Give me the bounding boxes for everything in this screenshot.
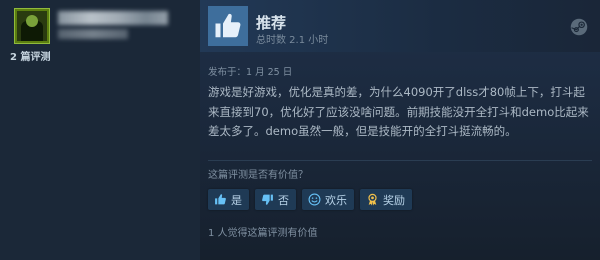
author-panel: 2 篇评测 <box>0 0 200 260</box>
vote-funny-label: 欢乐 <box>325 193 347 207</box>
vote-yes-label: 是 <box>231 193 242 207</box>
smiley-icon <box>308 193 321 206</box>
review-card: 推荐 总时数 2.1 小时 发布于：1 月 25 日 游戏是好游戏，优化是真的差… <box>200 0 600 260</box>
author-name-blurred[interactable] <box>58 11 168 25</box>
vote-yes-button[interactable]: 是 <box>208 189 249 210</box>
rating-header: 推荐 总时数 2.1 小时 <box>200 0 600 52</box>
steam-icon <box>570 18 588 36</box>
vote-no-label: 否 <box>278 193 289 207</box>
award-button[interactable]: 奖励 <box>360 189 412 210</box>
vote-funny-button[interactable]: 欢乐 <box>302 189 354 210</box>
divider <box>208 160 592 161</box>
thumbs-down-icon <box>262 194 273 205</box>
review-verdict[interactable]: 推荐 <box>256 12 286 33</box>
helpful-question: 这篇评测是否有价值？ <box>208 170 308 181</box>
author-review-count[interactable]: 2 篇评测 <box>10 48 50 63</box>
vote-no-button[interactable]: 否 <box>255 189 296 210</box>
review-body: 游戏是好游戏，优化是真的差，为什么4090开了dlss才80帧上下，打斗起来直接… <box>208 85 589 138</box>
award-icon <box>368 193 377 206</box>
thumbs-up-icon <box>215 194 226 205</box>
review-block: 2 篇评测 推荐 总时数 2.1 小时 发布于：1 月 25 日 游戏是好游戏，… <box>0 0 600 260</box>
vote-buttons: 是 否 欢乐 奖励 <box>208 189 412 213</box>
award-label: 奖励 <box>383 193 405 207</box>
author-subtext-blurred <box>58 29 128 39</box>
helpful-count: 1 人觉得这篇评测有价值 <box>208 228 318 239</box>
posted-date: 发布于：1 月 25 日 <box>208 67 293 78</box>
avatar-image <box>17 11 47 41</box>
thumbs-up-icon <box>208 6 248 46</box>
playtime: 总时数 2.1 小时 <box>256 35 329 46</box>
avatar[interactable] <box>14 8 50 44</box>
